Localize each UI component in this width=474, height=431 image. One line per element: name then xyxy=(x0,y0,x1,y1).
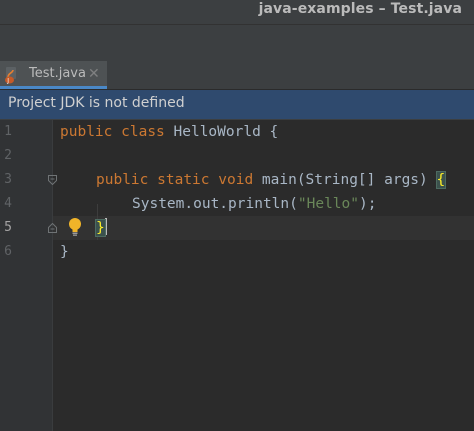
closing-brace: } xyxy=(60,244,69,260)
line-number-current: 5 xyxy=(4,220,12,235)
gutter: 1 2 3 4 5 6 xyxy=(0,120,52,431)
keyword: static xyxy=(157,172,210,188)
code-editor[interactable]: 1 2 3 4 5 6 public class HelloWorld { pu… xyxy=(0,120,474,431)
line-number: 4 xyxy=(4,196,12,211)
matched-brace-open: { xyxy=(435,171,447,189)
title-bar: java-examples – Test.java xyxy=(0,0,474,25)
code-line-1: public class HelloWorld { xyxy=(60,120,278,144)
line-number: 3 xyxy=(4,172,12,187)
string-literal: "Hello" xyxy=(297,196,359,212)
keyword: void xyxy=(218,172,254,188)
line-number: 6 xyxy=(4,244,12,259)
line-number: 1 xyxy=(4,124,12,139)
close-icon[interactable]: ✕ xyxy=(88,65,100,83)
code-line-3: public static void main(String[] args) { xyxy=(96,168,447,192)
code-line-5: } xyxy=(95,216,107,240)
svg-text:J: J xyxy=(6,77,9,84)
gutter-separator xyxy=(52,120,53,431)
banner-message: Project JDK is not defined xyxy=(8,95,185,111)
code-line-6: } xyxy=(60,240,69,264)
class-declaration: HelloWorld { xyxy=(173,124,279,140)
matched-brace-close: } xyxy=(95,219,106,237)
fold-open-icon[interactable] xyxy=(48,175,57,185)
call-end: ); xyxy=(358,196,377,212)
java-file-icon: J xyxy=(5,67,16,84)
jdk-warning-banner: Project JDK is not defined xyxy=(0,90,474,120)
fold-close-icon[interactable] xyxy=(48,223,57,233)
tab-label: Test.java xyxy=(29,66,86,81)
keyword: public xyxy=(60,124,113,140)
line-number: 2 xyxy=(4,148,12,163)
code-line-4: System.out.println("Hello"); xyxy=(132,192,376,216)
tab-test-java[interactable]: J Test.java ✕ xyxy=(0,61,107,89)
keyword: class xyxy=(121,124,165,140)
editor-tab-bar: J Test.java ✕ xyxy=(0,61,474,90)
window-title: java-examples – Test.java xyxy=(258,1,462,17)
lightbulb-icon[interactable] xyxy=(67,217,83,237)
text-caret xyxy=(104,218,107,235)
method-signature: main(String[] args) xyxy=(261,172,437,188)
method-call: System.out.println( xyxy=(132,196,298,212)
keyword: public xyxy=(96,172,149,188)
toolbar-area xyxy=(0,25,474,61)
